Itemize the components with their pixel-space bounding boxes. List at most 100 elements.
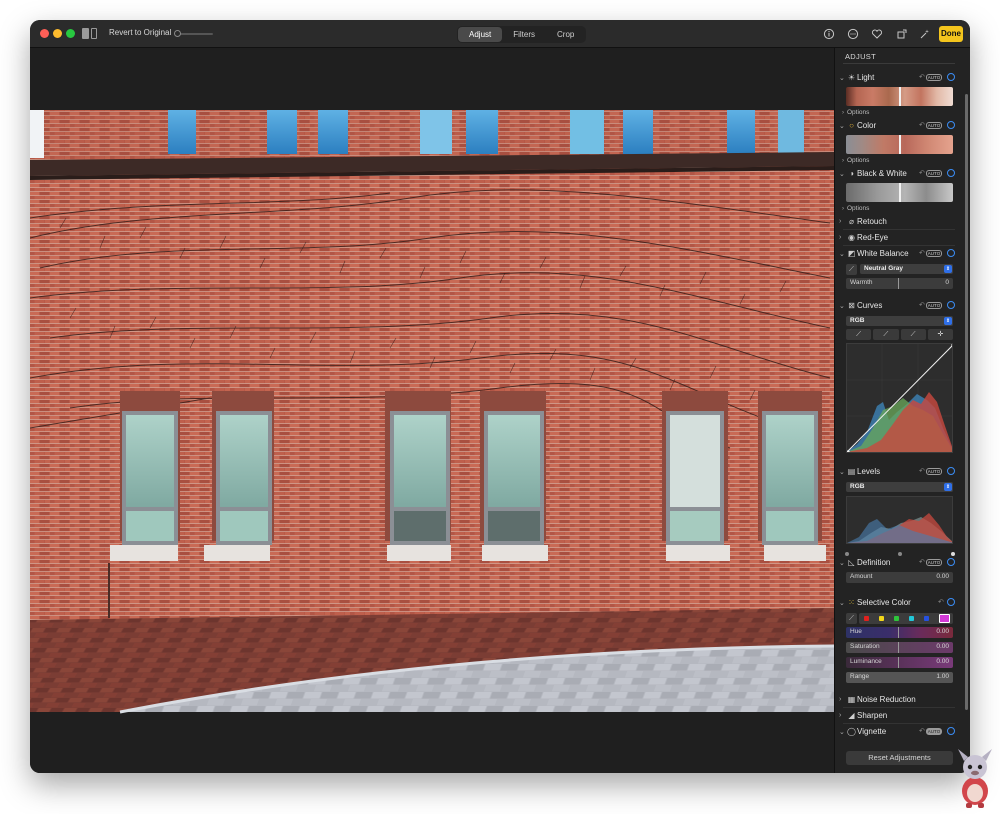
curves-graph[interactable] (846, 343, 953, 453)
section-curves[interactable]: ⌄ ⊠ Curves ↶ AUTO (838, 300, 960, 314)
chevron-down-icon[interactable]: ⌄ (839, 468, 845, 476)
light-options[interactable]: › Options (842, 109, 869, 116)
bw-options[interactable]: › Options (842, 205, 869, 212)
light-thumbnail-strip[interactable] (846, 87, 953, 106)
rotate-icon[interactable] (896, 28, 908, 40)
revert-to-original-button[interactable]: Revert to Original (109, 28, 171, 37)
chevron-right-icon[interactable]: › (839, 696, 841, 703)
section-light[interactable]: ⌄ ☀ Light ↶ AUTO (838, 72, 960, 86)
chevron-down-icon[interactable]: ⌄ (839, 74, 845, 82)
chevron-right-icon[interactable]: › (839, 218, 841, 225)
swatch-red[interactable] (864, 616, 869, 621)
minimize-window-button[interactable] (53, 29, 62, 38)
section-red-eye[interactable]: › ◉ Red-Eye (838, 232, 960, 246)
section-levels[interactable]: ⌄ ▤ Levels ↶ AUTO (838, 466, 960, 480)
undo-icon[interactable]: ↶ (919, 467, 925, 475)
bw-thumbnail-strip[interactable] (846, 183, 953, 202)
warmth-slider[interactable]: Warmth 0 (846, 278, 953, 289)
white-point-eyedropper-icon[interactable]: ⟋ (900, 329, 926, 340)
toggle-enabled-icon[interactable] (947, 558, 955, 566)
levels-channel-select[interactable]: RGB ⇕ (846, 482, 953, 492)
undo-icon[interactable]: ↶ (919, 73, 925, 81)
black-point-eyedropper-icon[interactable]: ⟋ (846, 329, 872, 340)
luminance-slider[interactable]: Luminance 0.00 (846, 657, 953, 668)
toggle-enabled-icon[interactable] (947, 121, 955, 129)
auto-button[interactable]: AUTO (926, 170, 942, 177)
definition-amount-slider[interactable]: Amount 0.00 (846, 572, 953, 583)
white-balance-mode-select[interactable]: Neutral Gray ⇕ (860, 264, 953, 274)
toggle-enabled-icon[interactable] (947, 169, 955, 177)
section-vignette[interactable]: ⌄ ◯ Vignette ↶ AUTO (838, 726, 960, 740)
section-black-white[interactable]: ⌄ ◑ Black & White ↶ AUTO (838, 168, 960, 182)
compare-slider[interactable] (174, 30, 213, 37)
range-slider[interactable]: Range 1.00 (846, 672, 953, 683)
undo-icon[interactable]: ↶ (919, 249, 925, 257)
color-slider-handle[interactable] (899, 135, 901, 154)
auto-button[interactable]: AUTO (926, 122, 942, 129)
chevron-down-icon[interactable]: ⌄ (839, 122, 845, 130)
toggle-enabled-icon[interactable] (947, 249, 955, 257)
undo-icon[interactable]: ↶ (938, 598, 944, 606)
swatch-magenta-selected[interactable] (939, 614, 950, 623)
section-white-balance[interactable]: ⌄ ◩ White Balance ↶ AUTO (838, 248, 960, 262)
levels-histogram[interactable] (846, 496, 953, 544)
reset-adjustments-button[interactable]: Reset Adjustments (846, 751, 953, 765)
info-icon[interactable] (823, 28, 835, 40)
section-retouch[interactable]: › ⌀ Retouch (838, 216, 960, 230)
auto-button[interactable]: AUTO (926, 559, 942, 566)
eyedropper-icon[interactable]: ⟋ (846, 264, 857, 275)
more-icon[interactable] (847, 28, 859, 40)
undo-icon[interactable]: ↶ (919, 301, 925, 309)
undo-icon[interactable]: ↶ (919, 169, 925, 177)
auto-button[interactable]: AUTO (926, 468, 942, 475)
add-point-icon[interactable]: ✛ (927, 329, 953, 340)
auto-button[interactable]: AUTO (926, 302, 942, 309)
section-definition[interactable]: ⌄ ◺ Definition ↶ AUTO (838, 557, 960, 571)
curves-channel-select[interactable]: RGB ⇕ (846, 316, 953, 326)
toggle-enabled-icon[interactable] (947, 727, 955, 735)
chevron-right-icon[interactable]: › (839, 234, 841, 241)
done-button[interactable]: Done (939, 26, 963, 42)
chevron-down-icon[interactable]: ⌄ (839, 599, 845, 607)
mid-point-eyedropper-icon[interactable]: ⟋ (873, 329, 899, 340)
heart-icon[interactable] (871, 28, 883, 40)
section-sharpen[interactable]: › ◢ Sharpen (838, 710, 960, 724)
toggle-enabled-icon[interactable] (947, 301, 955, 309)
hue-slider[interactable]: Hue 0.00 (846, 627, 953, 638)
close-window-button[interactable] (40, 29, 49, 38)
swatch-yellow[interactable] (879, 616, 884, 621)
bw-slider-handle[interactable] (899, 183, 901, 202)
section-selective-color[interactable]: ⌄ ⁙ Selective Color ↶ (838, 597, 960, 611)
toggle-enabled-icon[interactable] (947, 467, 955, 475)
chevron-right-icon[interactable]: › (839, 712, 841, 719)
tab-crop[interactable]: Crop (546, 27, 585, 42)
undo-icon[interactable]: ↶ (919, 727, 925, 735)
light-slider-handle[interactable] (899, 87, 901, 106)
slider-knob[interactable] (174, 30, 181, 37)
undo-icon[interactable]: ↶ (919, 121, 925, 129)
levels-handles[interactable] (845, 544, 955, 556)
swatch-blue[interactable] (924, 616, 929, 621)
zoom-window-button[interactable] (66, 29, 75, 38)
toggle-enabled-icon[interactable] (947, 73, 955, 81)
section-noise-reduction[interactable]: › ▦ Noise Reduction (838, 694, 960, 708)
panel-scrollbar[interactable] (965, 94, 968, 710)
chevron-down-icon[interactable]: ⌄ (839, 728, 845, 736)
auto-button[interactable]: AUTO (926, 74, 942, 81)
color-thumbnail-strip[interactable] (846, 135, 953, 154)
section-color[interactable]: ⌄ ○ Color ↶ AUTO (838, 120, 960, 134)
swatch-cyan[interactable] (909, 616, 914, 621)
chevron-down-icon[interactable]: ⌄ (839, 559, 845, 567)
auto-button[interactable]: AUTO (926, 728, 942, 735)
chevron-down-icon[interactable]: ⌄ (839, 170, 845, 178)
auto-enhance-icon[interactable] (919, 28, 931, 40)
tab-adjust[interactable]: Adjust (458, 27, 503, 42)
swatch-green[interactable] (894, 616, 899, 621)
color-options[interactable]: › Options (842, 157, 869, 164)
tab-filters[interactable]: Filters (502, 27, 546, 42)
compare-icon[interactable] (82, 28, 97, 39)
photo-canvas[interactable] (30, 48, 835, 773)
saturation-slider[interactable]: Saturation 0.00 (846, 642, 953, 653)
chevron-down-icon[interactable]: ⌄ (839, 250, 845, 258)
auto-button[interactable]: AUTO (926, 250, 942, 257)
